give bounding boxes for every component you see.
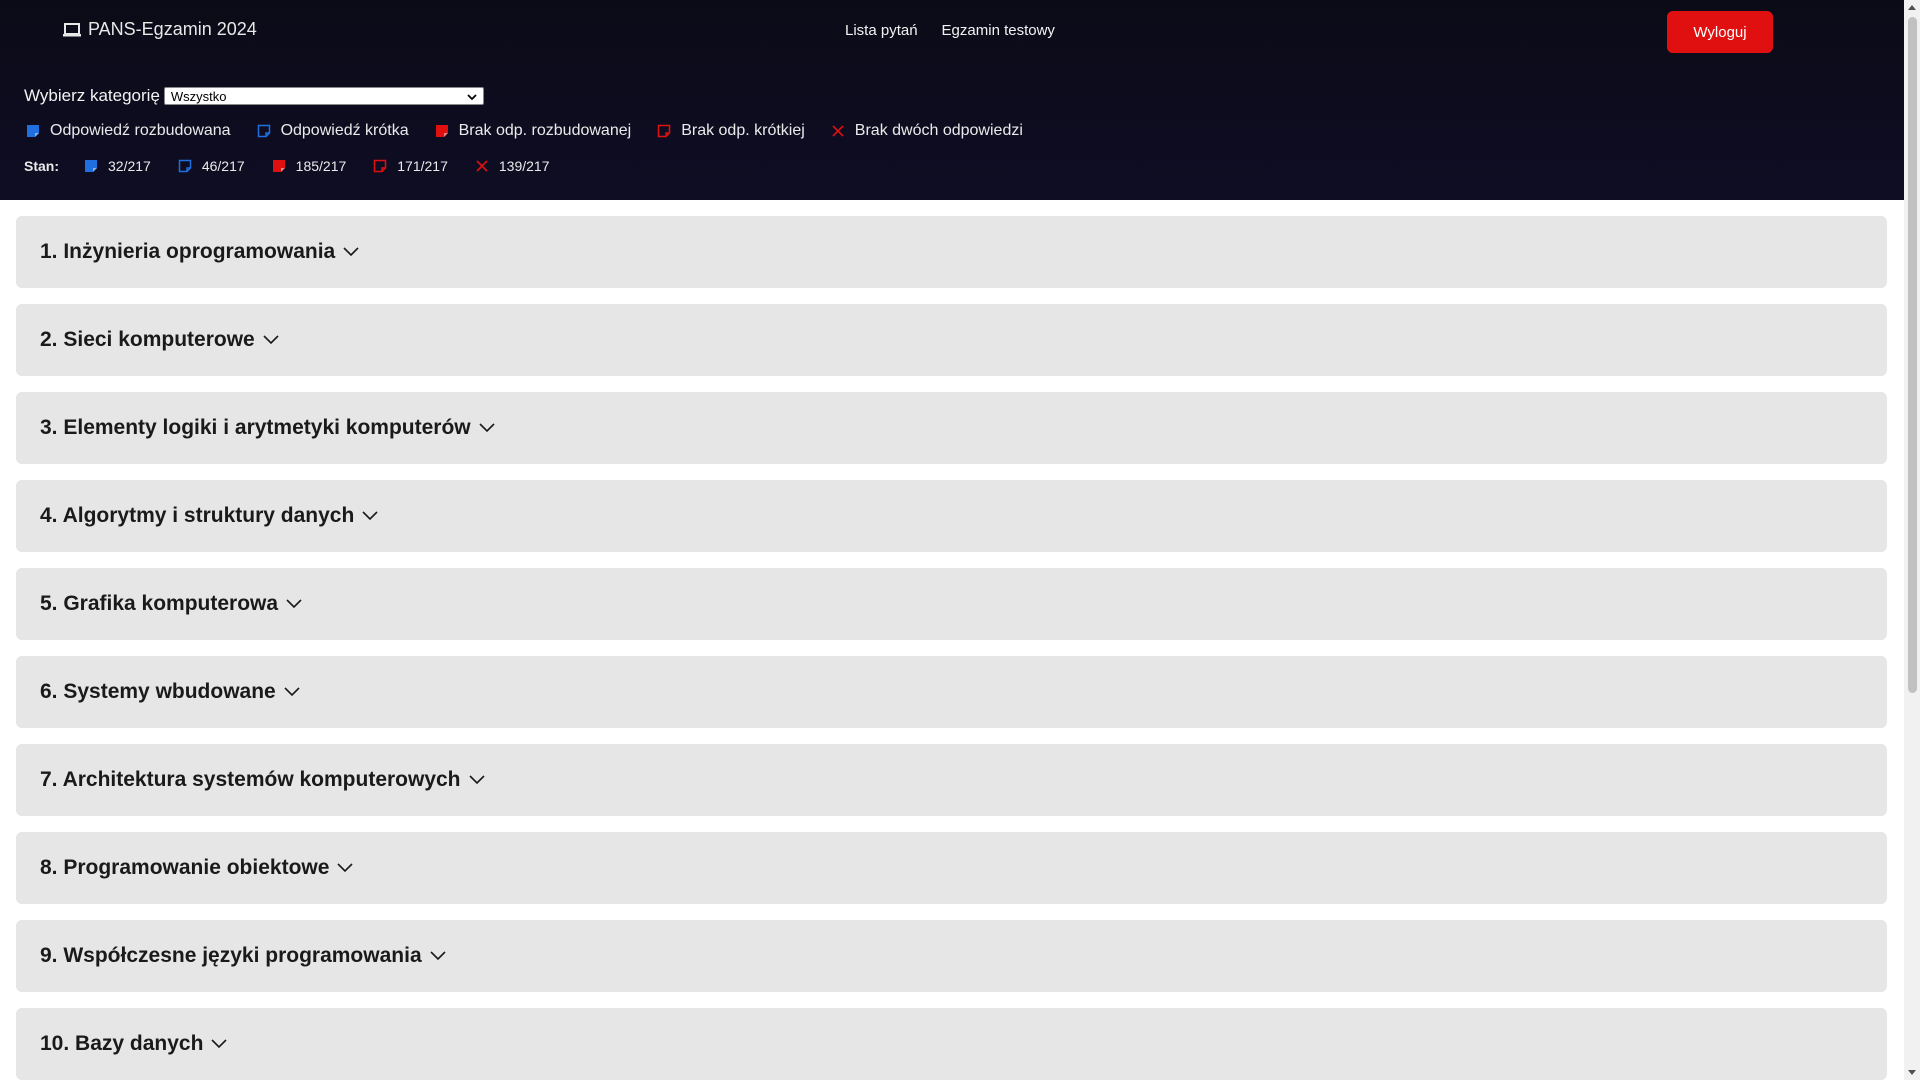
- chevron-down-icon: [468, 775, 485, 785]
- chevron-down-icon: [479, 423, 495, 433]
- section-title: 1. Inżynieria oprogramowania: [40, 240, 336, 263]
- stat-item-missing-extended: 185/217: [272, 158, 347, 174]
- accordion-section[interactable]: 1. Inżynieria oprogramowania: [16, 216, 1887, 288]
- top-header: PANS-Egzamin 2024 Lista pytań Egzamin te…: [0, 0, 1904, 200]
- legend-label: Brak odp. krótkiej: [681, 122, 805, 139]
- chevron-down-icon: [430, 951, 446, 961]
- category-row: Wybierz kategorię Wszystko: [24, 86, 484, 106]
- legend-item-missing-extended: Brak odp. rozbudowanej: [435, 122, 632, 140]
- section-title: 7. Architektura systemów komputerowych: [40, 768, 461, 791]
- accordion-section[interactable]: 4. Algorytmy i struktury danych: [16, 480, 1887, 552]
- note-filled-red-icon: [435, 125, 448, 137]
- main-nav: Lista pytań Egzamin testowy: [845, 22, 1055, 39]
- vertical-scrollbar[interactable]: [1904, 0, 1920, 1080]
- category-select[interactable]: Wszystko: [163, 87, 484, 105]
- page: PANS-Egzamin 2024 Lista pytań Egzamin te…: [0, 0, 1920, 1080]
- chevron-down-icon: [467, 89, 477, 104]
- category-accordion: 1. Inżynieria oprogramowania 2. Sieci ko…: [16, 216, 1887, 1080]
- note-filled-blue-icon: [85, 160, 97, 172]
- chevron-down-icon: [286, 599, 302, 609]
- legend-label: Brak odp. rozbudowanej: [458, 122, 632, 139]
- scrollbar-thumb[interactable]: [1908, 17, 1917, 693]
- section-title: 10. Bazy danych: [40, 1032, 204, 1055]
- section-title: 8. Programowanie obiektowe: [40, 856, 330, 879]
- note-outline-blue-icon: [257, 124, 270, 138]
- stat-value: 185/217: [295, 158, 347, 174]
- chevron-down-icon: [211, 1039, 227, 1049]
- stats-label: Stan:: [24, 158, 59, 174]
- stat-item-missing-short: 171/217: [373, 158, 448, 174]
- legend-label: Brak dwóch odpowiedzi: [854, 122, 1023, 139]
- brand[interactable]: PANS-Egzamin 2024: [62, 19, 257, 40]
- scroll-up-arrow-icon[interactable]: [1908, 5, 1916, 10]
- chevron-down-icon: [362, 511, 378, 521]
- legend-item-missing-both: Brak dwóch odpowiedzi: [831, 122, 1023, 140]
- chevron-down-icon: [337, 863, 353, 873]
- stat-value: 32/217: [108, 158, 151, 174]
- section-title: 2. Sieci komputerowe: [40, 328, 255, 351]
- note-outline-red-icon: [657, 124, 671, 138]
- scroll-down-arrow-icon[interactable]: [1908, 1070, 1916, 1075]
- section-title: 9. Współczesne języki programowania: [40, 944, 422, 967]
- note-filled-blue-icon: [27, 125, 39, 137]
- legend: Odpowiedź rozbudowana Odpowiedź krótka B…: [26, 122, 1023, 140]
- category-select-value: Wszystko: [170, 88, 227, 104]
- accordion-section[interactable]: 7. Architektura systemów komputerowych: [16, 744, 1887, 816]
- category-label: Wybierz kategorię: [24, 86, 160, 105]
- stats-row: Stan: 32/217 46/217 185/217 171/217 139/…: [24, 158, 549, 174]
- stat-item-missing-both: 139/217: [475, 158, 550, 174]
- x-red-icon: [476, 160, 488, 172]
- nav-item-question-list[interactable]: Lista pytań: [845, 22, 918, 39]
- accordion-section[interactable]: 10. Bazy danych: [16, 1008, 1887, 1080]
- legend-item-missing-short: Brak odp. krótkiej: [657, 122, 805, 140]
- logout-button[interactable]: Wyloguj: [1667, 11, 1773, 53]
- legend-label: Odpowiedź rozbudowana: [50, 122, 231, 139]
- section-title: 6. Systemy wbudowane: [40, 680, 276, 703]
- accordion-section[interactable]: 5. Grafika komputerowa: [16, 568, 1887, 640]
- app-title: PANS-Egzamin 2024: [88, 19, 257, 39]
- accordion-section[interactable]: 3. Elementy logiki i arytmetyki komputer…: [16, 392, 1887, 464]
- chevron-down-icon: [284, 687, 300, 697]
- legend-item-extended-answer: Odpowiedź rozbudowana: [26, 122, 231, 140]
- accordion-section[interactable]: 8. Programowanie obiektowe: [16, 832, 1887, 904]
- chevron-down-icon: [343, 247, 359, 257]
- stat-value: 171/217: [397, 158, 448, 174]
- stat-value: 139/217: [498, 158, 550, 174]
- laptop-icon: [62, 22, 82, 38]
- note-filled-red-icon: [272, 160, 285, 172]
- x-red-icon: [832, 125, 844, 137]
- stat-item-short-answer: 46/217: [178, 158, 245, 174]
- accordion-section[interactable]: 2. Sieci komputerowe: [16, 304, 1887, 376]
- legend-item-short-answer: Odpowiedź krótka: [257, 122, 409, 140]
- nav-item-test-exam[interactable]: Egzamin testowy: [942, 22, 1055, 39]
- note-outline-blue-icon: [178, 159, 192, 173]
- section-title: 4. Algorytmy i struktury danych: [40, 504, 355, 527]
- chevron-down-icon: [263, 335, 279, 345]
- legend-label: Odpowiedź krótka: [280, 122, 409, 139]
- section-title: 5. Grafika komputerowa: [40, 592, 279, 615]
- section-title: 3. Elementy logiki i arytmetyki komputer…: [40, 416, 471, 439]
- note-outline-red-icon: [374, 159, 387, 173]
- accordion-section[interactable]: 6. Systemy wbudowane: [16, 656, 1887, 728]
- accordion-section[interactable]: 9. Współczesne języki programowania: [16, 920, 1887, 992]
- stat-item-extended-answer: 32/217: [84, 158, 151, 174]
- stat-value: 46/217: [201, 158, 245, 174]
